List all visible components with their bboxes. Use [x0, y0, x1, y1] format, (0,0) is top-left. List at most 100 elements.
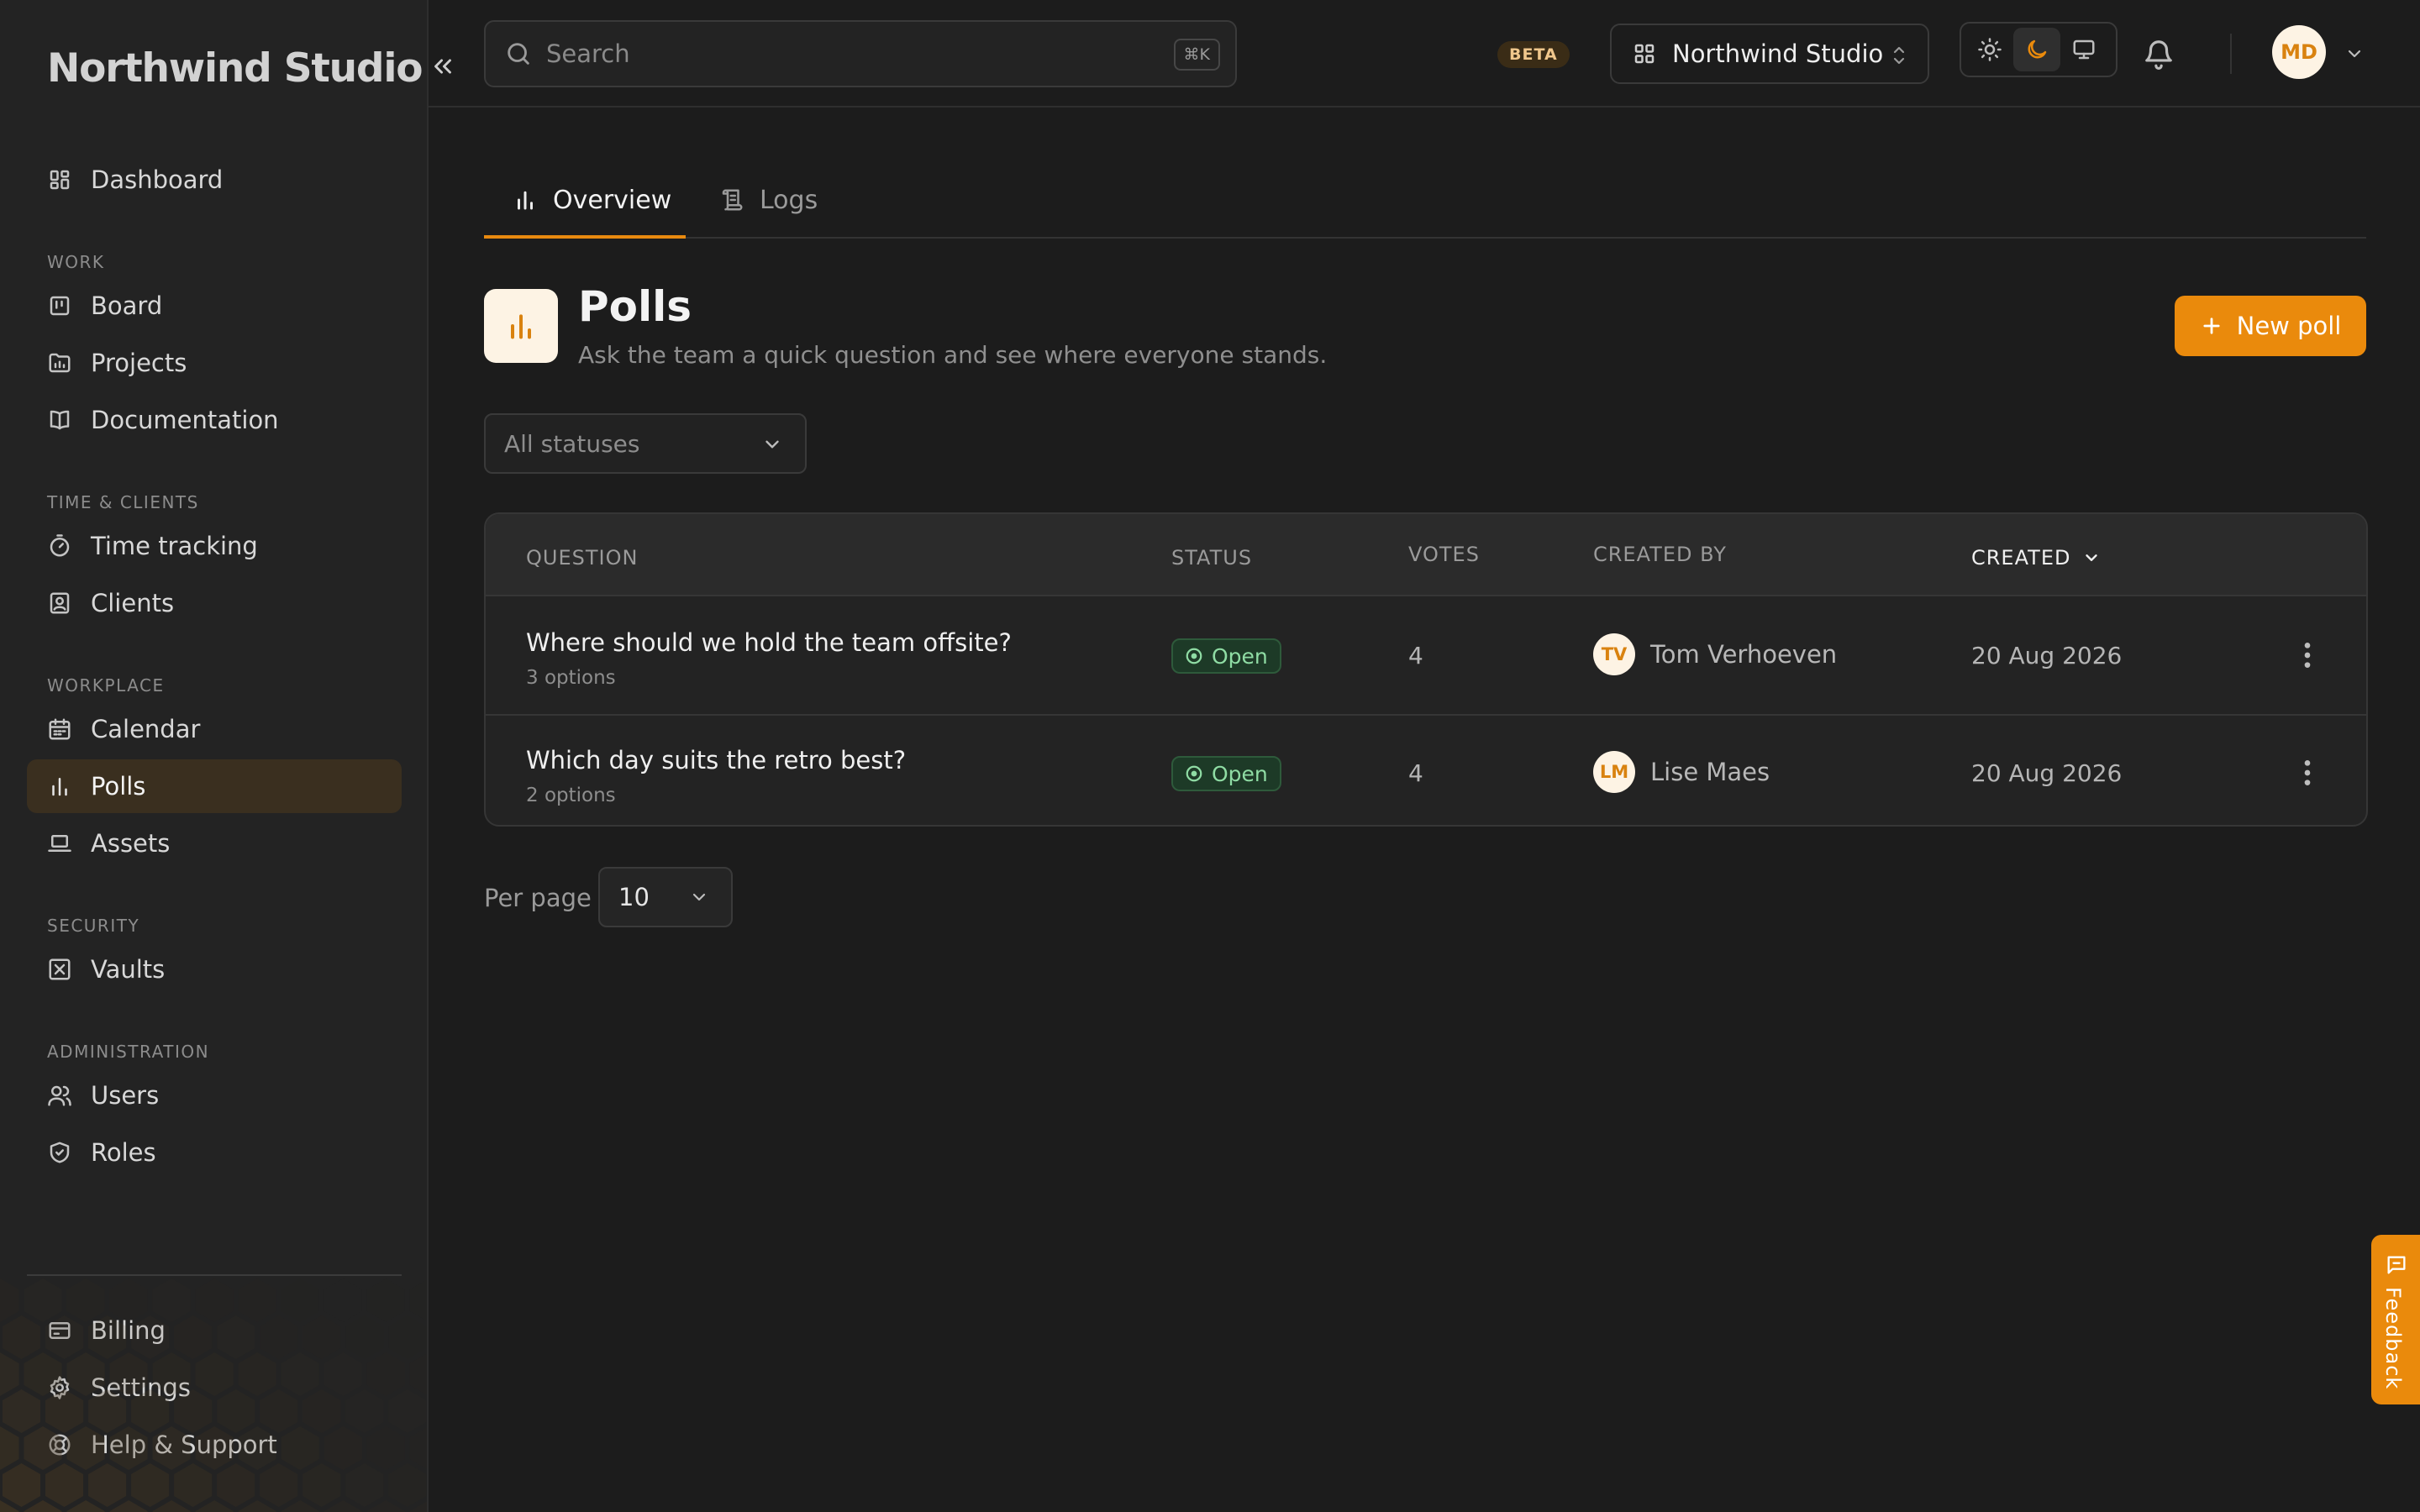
search-box[interactable]: ⌘K	[484, 20, 1237, 87]
user-avatar[interactable]: MD	[2272, 25, 2326, 79]
sidebar-nav: Dashboard WORK Board Projects Documentation T…	[27, 153, 402, 1183]
brand-logo[interactable]: Northwind Studio	[47, 45, 424, 92]
sidebar-item-calendar[interactable]: Calendar	[27, 702, 402, 756]
feedback-icon	[2387, 1256, 2406, 1274]
tab-overview[interactable]: Overview	[513, 161, 671, 239]
sidebar-item-dashboard[interactable]: Dashboard	[27, 153, 402, 207]
dashboard-icon	[47, 167, 72, 192]
bar-chart-icon	[47, 774, 72, 799]
feedback-tab[interactable]: Feedback	[2371, 1235, 2420, 1404]
search-input[interactable]	[546, 39, 1134, 68]
sidebar-item-clients[interactable]: Clients	[27, 576, 402, 630]
collapse-sidebar-icon[interactable]	[429, 52, 457, 81]
table-header: QUESTION STATUS VOTES CREATED BY CREATED	[486, 514, 2366, 596]
poll-question[interactable]: Which day suits the retro best?	[526, 746, 906, 774]
sidebar-item-label: Users	[91, 1081, 160, 1110]
users-icon	[47, 1083, 72, 1108]
sidebar-item-label: Projects	[91, 349, 187, 377]
status-badge: Open	[1171, 756, 1281, 791]
more-options-icon[interactable]	[2291, 638, 2324, 672]
tab-logs[interactable]: Logs	[719, 161, 818, 239]
workspace-switcher[interactable]: Northwind Studio	[1610, 24, 1929, 84]
search-shortcut-badge: ⌘K	[1173, 39, 1220, 71]
polls-table: QUESTION STATUS VOTES CREATED BY CREATED…	[484, 512, 2368, 827]
feedback-label: Feedback	[2381, 1287, 2405, 1390]
column-header-question[interactable]: QUESTION	[526, 546, 638, 570]
column-header-status[interactable]: STATUS	[1171, 546, 1252, 570]
table-row[interactable]: Where should we hold the team offsite? 3 …	[486, 598, 2366, 713]
column-header-created[interactable]: CREATED	[1971, 546, 2101, 570]
timer-icon	[47, 533, 72, 559]
creator: TV Tom Verhoeven	[1593, 633, 1837, 675]
table-row[interactable]: Which day suits the retro best? 2 options…	[486, 714, 2366, 825]
column-header-votes[interactable]: VOTES	[1408, 543, 1480, 566]
new-poll-button[interactable]: New poll	[2175, 296, 2366, 356]
sidebar-item-polls[interactable]: Polls	[27, 759, 402, 813]
created-date: 20 Aug 2026	[1971, 642, 2123, 669]
sidebar-item-help-support[interactable]: Help & Support	[27, 1418, 402, 1472]
sidebar-item-projects[interactable]: Projects	[27, 336, 402, 390]
status-filter-select[interactable]: All statuses	[484, 413, 807, 474]
sidebar-item-roles[interactable]: Roles	[27, 1126, 402, 1179]
vault-icon	[47, 957, 72, 982]
tab-overview-label: Overview	[553, 185, 672, 215]
poll-question[interactable]: Where should we hold the team offsite?	[526, 628, 1012, 657]
sidebar-item-label: Roles	[91, 1138, 156, 1167]
avatar: TV	[1593, 633, 1635, 675]
chevron-up-down-icon	[1893, 46, 1905, 65]
sidebar-item-label: Time tracking	[91, 532, 258, 560]
monitor-icon	[2073, 39, 2095, 60]
sidebar-item-label: Polls	[91, 772, 146, 801]
more-options-icon[interactable]	[2291, 756, 2324, 790]
sidebar-item-board[interactable]: Board	[27, 279, 402, 333]
sidebar-item-settings[interactable]: Settings	[27, 1361, 402, 1415]
sidebar: Northwind Studio Dashboard WORK Board Proje…	[0, 0, 429, 1512]
gear-icon	[47, 1375, 72, 1400]
sidebar-bottom-nav: Billing Settings Help & Support	[27, 1304, 402, 1475]
plus-icon	[2203, 318, 2220, 334]
per-page-label: Per page	[484, 884, 592, 912]
sidebar-section-title: TIME & CLIENTS	[47, 492, 199, 512]
active-tab-indicator	[484, 235, 686, 239]
sidebar-item-label: Billing	[91, 1316, 166, 1345]
column-header-created-label: CREATED	[1971, 546, 2071, 570]
sidebar-item-time-tracking[interactable]: Time tracking	[27, 519, 402, 573]
sidebar-divider	[27, 1274, 402, 1276]
polls-page-icon	[484, 289, 558, 363]
sidebar-section-title: ADMINISTRATION	[47, 1042, 210, 1062]
folder-icon	[47, 350, 72, 375]
sidebar-item-users[interactable]: Users	[27, 1068, 402, 1122]
page-title: Polls	[578, 282, 692, 331]
sidebar-item-label: Help & Support	[91, 1431, 277, 1459]
chevron-down-icon	[692, 893, 706, 901]
sidebar-item-assets[interactable]: Assets	[27, 816, 402, 870]
column-header-created-by[interactable]: CREATED BY	[1593, 543, 1727, 566]
sidebar-item-label: Calendar	[91, 715, 201, 743]
sidebar-item-label: Settings	[91, 1373, 191, 1402]
created-date: 20 Aug 2026	[1971, 759, 2123, 787]
sidebar-section-title: WORKPLACE	[47, 675, 165, 696]
scroll-icon	[722, 189, 743, 211]
avatar: LM	[1593, 751, 1635, 793]
status-filter-value: All statuses	[504, 429, 640, 458]
sidebar-item-billing[interactable]: Billing	[27, 1304, 402, 1357]
sidebar-item-label: Documentation	[91, 406, 279, 434]
sidebar-item-label: Clients	[91, 589, 175, 617]
sidebar-item-vaults[interactable]: Vaults	[27, 942, 402, 996]
per-page-select[interactable]: 10	[598, 867, 733, 927]
page-tabs: Overview Logs	[484, 161, 2366, 239]
light-theme-button[interactable]	[1966, 28, 2013, 71]
poll-options-count: 3 options	[526, 667, 616, 689]
dark-theme-button[interactable]	[2013, 28, 2060, 71]
sidebar-item-documentation[interactable]: Documentation	[27, 393, 402, 447]
tab-logs-label: Logs	[760, 185, 818, 215]
votes-count: 4	[1408, 759, 1423, 787]
workspace-name: Northwind Studio	[1672, 39, 1884, 68]
creator: LM Lise Maes	[1593, 751, 1770, 793]
chevron-down-icon[interactable]	[2344, 44, 2365, 64]
topbar-separator	[2230, 34, 2232, 74]
book-icon	[47, 407, 72, 433]
notifications-bell-icon[interactable]	[2143, 37, 2175, 71]
system-theme-button[interactable]	[2060, 28, 2107, 71]
status-badge: Open	[1171, 638, 1281, 674]
